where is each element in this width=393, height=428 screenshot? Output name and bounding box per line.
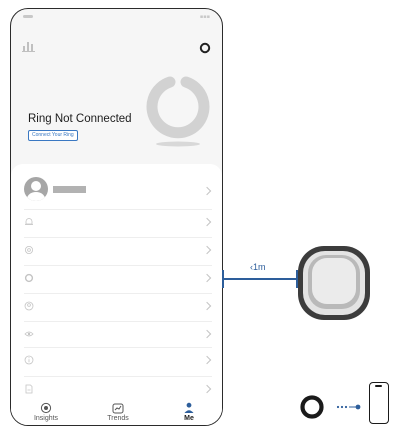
status-bar: ▪▪▪ [11, 9, 222, 25]
menu-item-about[interactable] [11, 347, 222, 373]
status-time-placeholder [23, 15, 33, 18]
menu-item-settings[interactable] [11, 237, 222, 263]
distance-line [222, 278, 298, 280]
ring-icon [24, 273, 34, 283]
info-icon [24, 355, 34, 365]
bar-chart-icon[interactable] [22, 40, 36, 52]
settings-icon [25, 246, 33, 254]
menu-item-privacy[interactable] [11, 321, 222, 347]
user-circle-icon [24, 301, 34, 311]
target-icon [40, 402, 52, 414]
trend-icon [112, 403, 124, 414]
bell-icon [25, 218, 33, 225]
chevron-right-icon [202, 245, 212, 255]
eye-icon [24, 331, 34, 337]
profile-name-placeholder [53, 186, 86, 193]
profile-row[interactable] [11, 173, 222, 203]
menu-item-notifications[interactable] [11, 209, 222, 235]
menu-item-ring[interactable] [11, 265, 222, 291]
chevron-right-icon [202, 186, 212, 196]
chevron-right-icon [202, 355, 212, 365]
tab-insights-label: Insights [33, 415, 59, 422]
tab-trends[interactable]: Trends [93, 402, 143, 422]
tab-me-label: Me [184, 415, 194, 422]
tab-insights[interactable]: Insights [21, 402, 71, 422]
tab-bar: Insights Trends Me [11, 399, 222, 425]
tab-me[interactable]: Me [164, 402, 214, 422]
chevron-right-icon [202, 301, 212, 311]
chevron-right-icon [202, 329, 212, 339]
chevron-right-icon [202, 384, 212, 394]
chevron-right-icon [202, 273, 212, 283]
menu-item-account[interactable] [11, 293, 222, 319]
distance-label: ‹1m [250, 262, 266, 272]
smart-ring-image [298, 246, 370, 320]
connect-ring-button[interactable]: Connect Your Ring [28, 130, 78, 141]
document-icon [25, 384, 33, 394]
tab-trends-label: Trends [107, 415, 129, 422]
ring-status-title: Ring Not Connected [28, 113, 132, 125]
settings-card: Insights Trends Me [11, 164, 222, 425]
phone-icon [369, 382, 389, 424]
avatar [24, 177, 48, 201]
person-icon [184, 402, 194, 413]
ring-status-icon[interactable] [199, 42, 211, 54]
pairing-dots-icon [336, 404, 361, 410]
chevron-right-icon [202, 217, 212, 227]
ring-icon [300, 395, 324, 419]
status-indicators: ▪▪▪ [199, 14, 210, 20]
phone-frame: ▪▪▪ Ring Not Connected Connect Your Ring [10, 8, 223, 426]
ring-illustration [146, 76, 210, 147]
